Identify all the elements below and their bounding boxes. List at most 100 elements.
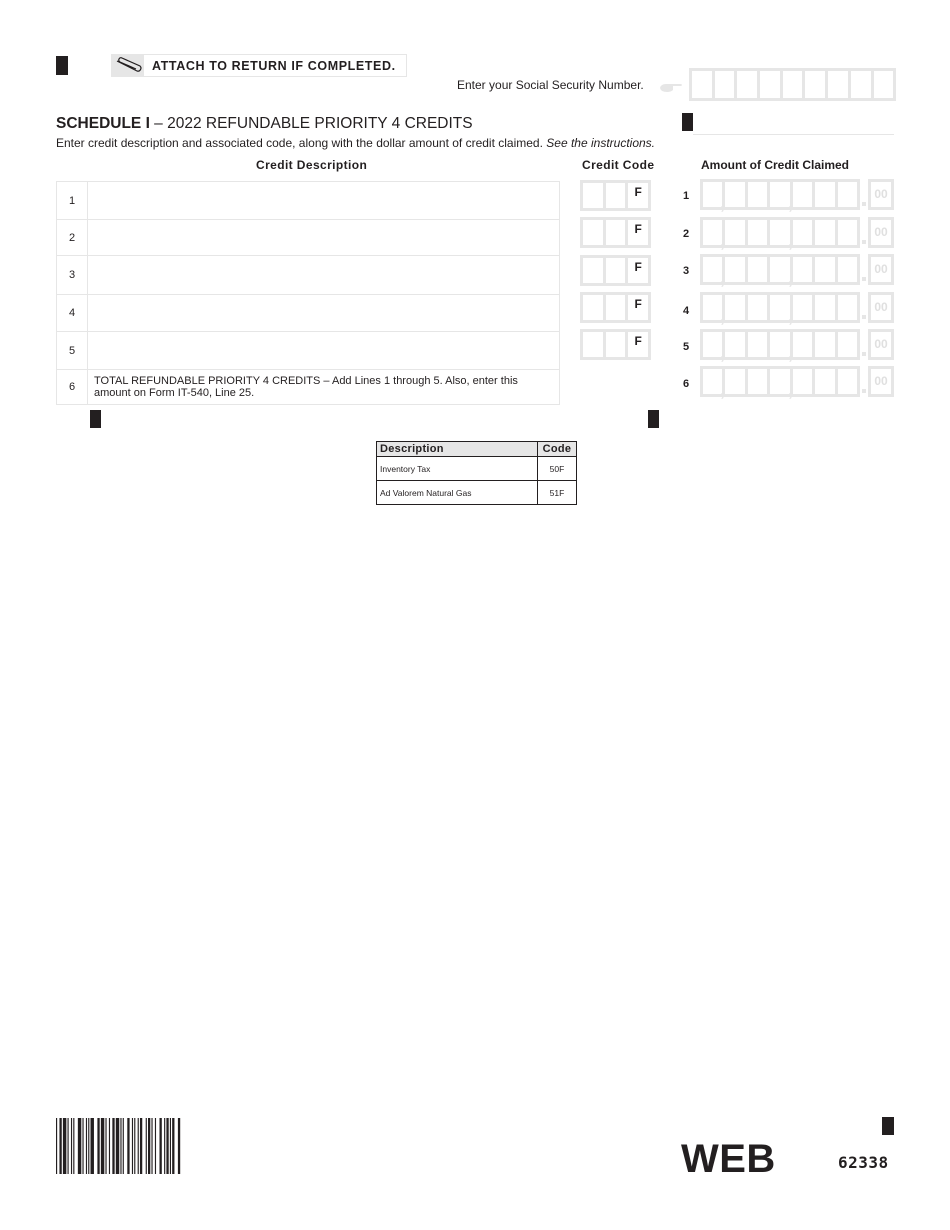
pointing-hand-icon [660, 84, 682, 92]
code-suffix: F [628, 332, 649, 357]
code-suffix: F [628, 220, 649, 245]
barcode-bar [151, 1118, 153, 1174]
comma-separator: , [720, 343, 726, 363]
table-row: 3 [56, 255, 560, 295]
ssn-digit-box[interactable] [737, 71, 758, 98]
decimal-point [862, 352, 866, 356]
ssn-digit-box[interactable] [714, 71, 735, 98]
barcode-bar [70, 1118, 73, 1174]
amount-line-number: 2 [683, 228, 690, 240]
credit-code-input[interactable]: F [580, 255, 651, 286]
ssn-digit-box[interactable] [782, 71, 803, 98]
barcode-bar [154, 1118, 157, 1174]
attach-notice-label: ATTACH TO RETURN IF COMPLETED. [152, 58, 396, 73]
barcode-bar [77, 1118, 82, 1174]
title-divider [693, 134, 894, 135]
barcode-bar [85, 1118, 88, 1174]
instructions-text: Enter credit description and associated … [56, 136, 547, 150]
registration-mark [648, 410, 659, 428]
code-suffix: F [628, 295, 649, 320]
table-row: 6 TOTAL REFUNDABLE PRIORITY 4 CREDITS – … [56, 369, 560, 405]
total-amount-input[interactable]: ,, 00 [700, 366, 894, 399]
barcode-bar [166, 1118, 169, 1174]
barcode-bar [73, 1118, 75, 1174]
credit-description-input[interactable] [87, 294, 560, 332]
comma-separator: , [720, 380, 726, 400]
reference-description: Inventory Tax [376, 456, 538, 481]
amount-input[interactable]: ,, 00 [700, 329, 894, 362]
ssn-digit-box[interactable] [873, 71, 894, 98]
column-header-amount: Amount of Credit Claimed [701, 158, 850, 172]
barcode-bar [122, 1118, 124, 1174]
comma-separator: , [720, 193, 726, 213]
column-header-description: Credit Description [256, 158, 368, 172]
credit-description-input[interactable] [87, 255, 560, 295]
line-number: 4 [56, 294, 88, 332]
comma-separator: , [720, 231, 726, 251]
amount-line-number: 1 [683, 190, 690, 202]
table-row: 4 [56, 294, 560, 332]
barcode-bar [139, 1118, 143, 1174]
ssn-digit-box[interactable] [760, 71, 780, 98]
amount-input[interactable]: ,, 00 [700, 217, 894, 250]
instructions-italic: See the instructions. [546, 136, 656, 150]
ssn-digit-box[interactable] [828, 71, 848, 98]
credit-code-input[interactable]: F [580, 292, 651, 323]
credit-code-input[interactable]: F [580, 217, 651, 248]
credit-description-input[interactable] [87, 219, 560, 256]
decimal-point [862, 202, 866, 206]
comma-separator: , [788, 193, 794, 213]
registration-mark [56, 56, 68, 75]
schedule-title: SCHEDULE I – 2022 REFUNDABLE PRIORITY 4 … [56, 115, 473, 133]
attach-notice: ATTACH TO RETURN IF COMPLETED. [111, 54, 407, 77]
cents-box: 00 [868, 217, 894, 248]
barcode [56, 1118, 181, 1174]
cents-box: 00 [868, 366, 894, 397]
comma-separator: , [720, 268, 726, 288]
ssn-digit-box[interactable] [805, 71, 826, 98]
credit-code-input[interactable]: F [580, 329, 651, 360]
schedule-title-bold: SCHEDULE I [56, 115, 150, 132]
decimal-point [862, 240, 866, 244]
comma-separator: , [788, 343, 794, 363]
reference-header-code: Code [537, 441, 577, 457]
comma-separator: , [788, 268, 794, 288]
barcode-bar [56, 1118, 58, 1174]
schedule-instructions: Enter credit description and associated … [56, 136, 655, 150]
cents-box: 00 [868, 254, 894, 285]
credit-description-input[interactable] [87, 331, 560, 370]
cents-box: 00 [868, 292, 894, 323]
line-number: 2 [56, 219, 88, 256]
barcode-bar [59, 1118, 62, 1174]
line-number: 3 [56, 255, 88, 295]
comma-separator: , [788, 306, 794, 326]
barcode-bar [148, 1118, 151, 1174]
amount-input[interactable]: ,, 00 [700, 254, 894, 287]
barcode-bar [159, 1118, 162, 1174]
table-row: 5 [56, 331, 560, 370]
credit-code-reference-table: Description Code Inventory Tax 50F Ad Va… [376, 441, 577, 505]
ssn-input[interactable] [689, 68, 897, 101]
comma-separator: , [720, 306, 726, 326]
amount-input[interactable]: ,, 00 [700, 292, 894, 325]
barcode-bar [131, 1118, 134, 1174]
reference-table-header: Description Code [376, 441, 577, 457]
ssn-digit-box[interactable] [692, 71, 712, 98]
line-number: 6 [56, 369, 88, 405]
barcode-bar [88, 1118, 90, 1174]
table-row: 2 [56, 219, 560, 256]
amount-line-number: 3 [683, 265, 690, 277]
barcode-bar [172, 1118, 175, 1174]
table-row: 1 [56, 181, 560, 220]
total-line-description: TOTAL REFUNDABLE PRIORITY 4 CREDITS – Ad… [87, 369, 560, 405]
registration-mark [90, 410, 101, 428]
ssn-digit-box[interactable] [850, 71, 871, 98]
line-number: 5 [56, 331, 88, 370]
credit-description-input[interactable] [87, 181, 560, 220]
barcode-bar [82, 1118, 84, 1174]
credit-description-table: 1 2 3 4 5 6 TOTAL REFUNDABLE PRIORITY 4 … [56, 181, 560, 405]
credit-code-input[interactable]: F [580, 180, 651, 211]
barcode-bar [90, 1118, 94, 1174]
amount-input[interactable]: ,, 00 [700, 179, 894, 212]
schedule-title-rest: – 2022 REFUNDABLE PRIORITY 4 CREDITS [149, 115, 473, 132]
